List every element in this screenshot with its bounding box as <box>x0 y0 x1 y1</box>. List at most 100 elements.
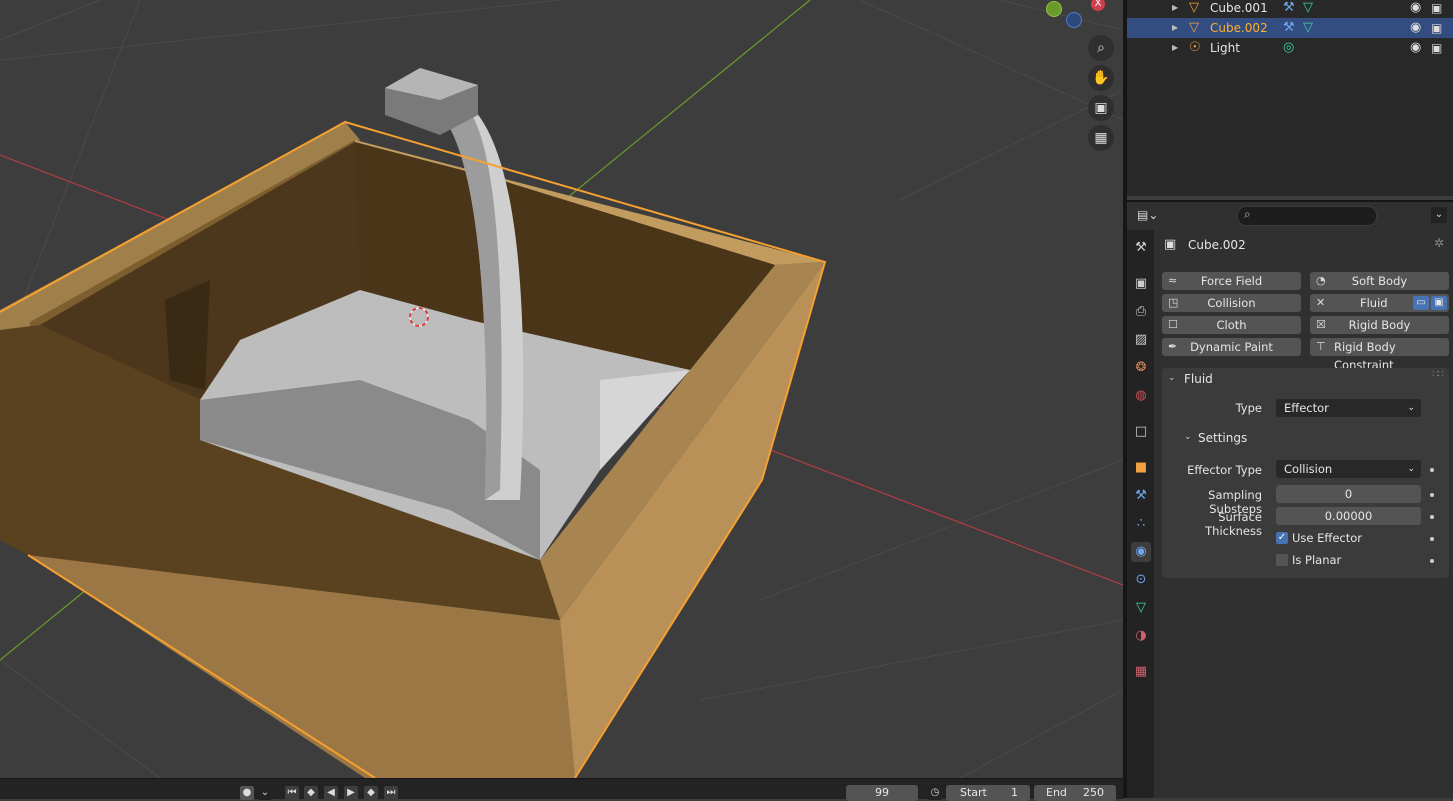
fluid-remove-icon[interactable]: ✕ <box>1316 294 1325 312</box>
settings-subpanel-title[interactable]: Settings <box>1198 431 1247 445</box>
properties-panel: ▣ Cube.002 ✲ ≈ Force Field ◔ Soft Body ◳ Co… <box>1154 230 1453 798</box>
search-icon: ⌕ <box>1244 207 1251 221</box>
world-tab-icon[interactable]: ◍ <box>1131 386 1151 406</box>
cloth-button[interactable]: ☐ Cloth <box>1162 316 1301 334</box>
surface-thickness-field[interactable]: 0.00000 <box>1276 507 1421 525</box>
collision-button[interactable]: ◳ Collision <box>1162 294 1301 312</box>
render-camera-icon[interactable]: ▣ <box>1431 38 1442 58</box>
visibility-eye-icon[interactable]: ◉ <box>1410 18 1421 38</box>
keyframe-dot[interactable] <box>1430 559 1434 563</box>
editor-type-icon[interactable]: ▤⌄ <box>1137 208 1163 224</box>
particles-tab-icon[interactable]: ∴ <box>1131 514 1151 534</box>
tool-tab-icon[interactable]: ⚒ <box>1131 238 1151 258</box>
scene-render[interactable] <box>0 0 1123 778</box>
rigid-body-constraint-icon: ⊤ <box>1316 340 1326 353</box>
fluid-panel-title[interactable]: Fluid <box>1184 372 1213 386</box>
mesh-data-icon[interactable]: ▽ <box>1303 18 1313 38</box>
material-tab-icon[interactable]: ◑ <box>1131 626 1151 646</box>
outliner-item-name[interactable]: Light <box>1210 38 1240 58</box>
light-data-icon[interactable]: ◎ <box>1283 38 1294 58</box>
render-camera-icon[interactable]: ▣ <box>1431 18 1442 38</box>
gizmo-y-icon[interactable] <box>1046 1 1062 17</box>
hand-icon[interactable]: ✋ <box>1088 65 1114 91</box>
texture-tab-icon[interactable]: ▦ <box>1131 662 1151 682</box>
is-planar-checkbox[interactable] <box>1276 554 1288 566</box>
3d-viewport[interactable]: X ⌕ ✋ ▣ ▦ <box>0 0 1123 778</box>
soft-body-button[interactable]: ◔ Soft Body <box>1310 272 1449 290</box>
expand-arrow-icon[interactable]: ▶ <box>1172 0 1178 18</box>
outliner-item-light[interactable]: ▶ ☉ Light ◎ ◉ ▣ <box>1127 38 1453 58</box>
zoom-icon[interactable]: ⌕ <box>1088 35 1114 61</box>
collision-icon: ◳ <box>1168 296 1179 309</box>
rigid-body-constraint-button[interactable]: ⊤ Rigid Body Constraint <box>1310 338 1449 372</box>
outliner-item-name[interactable]: Cube.002 <box>1210 18 1268 38</box>
scene-tab-icon[interactable]: ❂ <box>1131 358 1151 378</box>
chevron-down-icon: ⌄ <box>1407 403 1415 413</box>
mesh-data-tab-icon[interactable]: ▽ <box>1131 598 1151 618</box>
sampling-substeps-field[interactable]: 0 <box>1276 485 1421 503</box>
force-field-button[interactable]: ≈ Force Field <box>1162 272 1301 290</box>
outliner-item-cube-001[interactable]: ▶ ▽ Cube.001 ⚒ ▽ ◉ ▣ <box>1127 0 1453 18</box>
type-select[interactable]: Effector ⌄ <box>1276 399 1421 417</box>
pin-icon[interactable]: ✲ <box>1434 236 1444 250</box>
expand-arrow-icon[interactable]: ▶ <box>1172 38 1178 58</box>
dynamic-paint-icon: ✒ <box>1168 340 1178 353</box>
use-effector-checkbox[interactable]: ✓ <box>1276 532 1288 544</box>
constraints-tab-icon[interactable]: ⊙ <box>1131 570 1151 590</box>
current-frame-field[interactable]: 99 <box>846 785 918 801</box>
fluid-panel: ⌄ Fluid ∷∷ Type Effector ⌄ ⌄ Settings Ef… <box>1162 368 1449 578</box>
physics-tab-icon[interactable]: ◉ <box>1131 542 1151 562</box>
fluid-button[interactable]: ✕ Fluid ▭ ▣ <box>1310 294 1449 312</box>
end-value: 250 <box>1083 786 1104 799</box>
gizmo-z-icon[interactable] <box>1066 12 1082 28</box>
render-tab-icon[interactable]: ▣ <box>1131 274 1151 294</box>
visibility-eye-icon[interactable]: ◉ <box>1410 0 1421 18</box>
modifier-wrench-icon[interactable]: ⚒ <box>1283 18 1295 38</box>
use-effector-label[interactable]: Use Effector <box>1292 531 1362 545</box>
chevron-down-icon: ⌄ <box>1407 464 1415 474</box>
dynamic-paint-button[interactable]: ✒ Dynamic Paint <box>1162 338 1301 356</box>
end-label: End <box>1046 786 1067 799</box>
object-tab-icon[interactable]: ■ <box>1131 458 1151 478</box>
render-camera-icon[interactable]: ▣ <box>1431 0 1442 18</box>
effector-type-label: Effector Type <box>1187 463 1262 477</box>
end-frame-field[interactable]: End 250 <box>1034 785 1116 801</box>
keyframe-dot[interactable] <box>1430 468 1434 472</box>
surface-thickness-label: Surface Thickness <box>1205 510 1262 538</box>
expand-arrow-icon[interactable]: ▶ <box>1172 18 1178 38</box>
start-frame-field[interactable]: Start 1 <box>946 785 1030 801</box>
light-object-icon: ☉ <box>1189 40 1201 55</box>
modifier-tab-icon[interactable]: ⚒ <box>1131 486 1151 506</box>
viewport-display-toggle-icon[interactable]: ▭ <box>1413 296 1429 310</box>
outliner-item-name[interactable]: Cube.001 <box>1210 0 1268 18</box>
cloth-icon: ☐ <box>1168 318 1178 331</box>
mesh-data-icon[interactable]: ▽ <box>1303 0 1313 18</box>
rigid-body-button[interactable]: ☒ Rigid Body <box>1310 316 1449 334</box>
collection-tab-icon[interactable]: □ <box>1131 422 1151 442</box>
outliner-item-cube-002[interactable]: ▶ ▽ Cube.002 ⚒ ▽ ◉ ▣ <box>1127 18 1453 38</box>
soft-body-icon: ◔ <box>1316 274 1326 287</box>
grid-icon[interactable]: ▦ <box>1088 125 1114 151</box>
search-input[interactable]: ⌕ <box>1237 206 1377 226</box>
modifier-wrench-icon[interactable]: ⚒ <box>1283 0 1295 18</box>
object-name-label: Cube.002 <box>1188 238 1246 252</box>
view-layer-tab-icon[interactable]: ▨ <box>1131 330 1151 350</box>
timeline-bar: ● ⌄ ⏮ ◆ ◀ ▶ ◆ ⏭ 99 ◷ Start 1 End 250 <box>0 778 1123 801</box>
output-tab-icon[interactable]: ⎙ <box>1131 302 1151 322</box>
keyframe-dot[interactable] <box>1430 493 1434 497</box>
options-dropdown-icon[interactable]: ⌄ <box>1431 207 1447 223</box>
render-toggle-icon[interactable]: ▣ <box>1431 296 1447 310</box>
object-square-icon: ▣ <box>1164 237 1177 252</box>
collapse-chevron-icon[interactable]: ⌄ <box>1168 373 1176 383</box>
keyframe-dot[interactable] <box>1430 515 1434 519</box>
properties-tab-bar: ⚒ ▣ ⎙ ▨ ❂ ◍ □ ■ ⚒ ∴ ◉ ⊙ ▽ ◑ ▦ <box>1127 230 1154 798</box>
type-label: Type <box>1235 401 1262 415</box>
settings-chevron-icon[interactable]: ⌄ <box>1184 432 1192 442</box>
visibility-eye-icon[interactable]: ◉ <box>1410 38 1421 58</box>
drag-handle-icon[interactable]: ∷∷ <box>1432 369 1444 380</box>
is-planar-label[interactable]: Is Planar <box>1292 553 1341 567</box>
effector-type-select[interactable]: Collision ⌄ <box>1276 460 1421 478</box>
keyframe-dot[interactable] <box>1430 537 1434 541</box>
start-label: Start <box>960 786 987 799</box>
camera-icon[interactable]: ▣ <box>1088 95 1114 121</box>
